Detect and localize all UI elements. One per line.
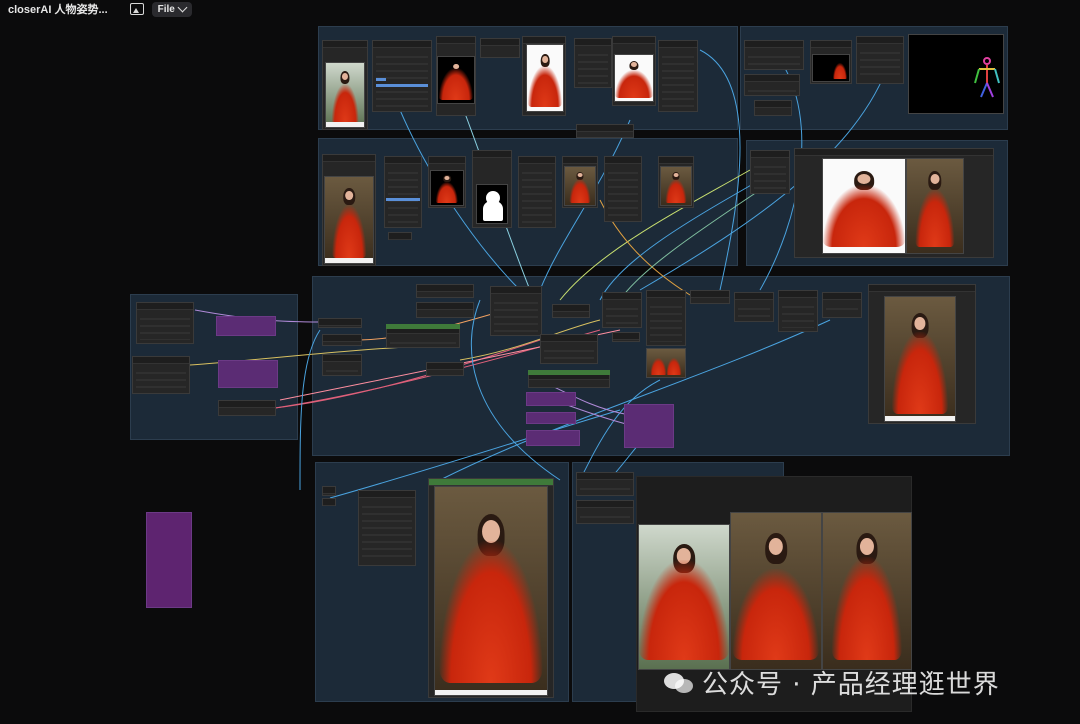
bypassed-node[interactable] <box>526 412 576 424</box>
sampler-node[interactable] <box>658 40 698 112</box>
slider-bar[interactable] <box>376 78 386 81</box>
comparison-result-image <box>822 512 912 670</box>
controlnet-node[interactable] <box>540 334 598 364</box>
watermark-text: 公众号 · 产品经理逛世界 <box>702 670 1000 700</box>
encode-node[interactable] <box>416 302 474 318</box>
ksampler-node[interactable] <box>646 290 686 346</box>
pose-loader-node[interactable] <box>744 40 804 70</box>
slider-bar[interactable] <box>376 84 428 87</box>
upscale-node[interactable] <box>734 292 774 322</box>
preview-image <box>437 56 475 104</box>
compare-loader-node[interactable] <box>576 500 634 524</box>
small-node[interactable] <box>754 100 792 116</box>
encode-node[interactable] <box>416 284 474 298</box>
resize-node[interactable] <box>384 156 422 228</box>
bypassed-node[interactable] <box>526 392 576 406</box>
mask-image <box>476 184 508 224</box>
bypassed-image-node[interactable] <box>146 512 192 608</box>
bypassed-node[interactable] <box>218 360 278 388</box>
pose-detector-node[interactable] <box>856 36 904 84</box>
wechat-icon <box>664 671 694 695</box>
vae-node[interactable] <box>322 334 362 346</box>
prompt-node[interactable] <box>132 356 190 394</box>
final-image <box>434 486 548 696</box>
preview-image <box>614 54 654 102</box>
preview-image <box>430 170 464 206</box>
small-node[interactable] <box>218 400 276 416</box>
preview-image <box>564 166 596 206</box>
pose-preview-image <box>812 54 850 82</box>
small-node[interactable] <box>322 498 336 506</box>
ipadapter-node[interactable] <box>490 286 542 336</box>
reference-image-preview <box>324 176 374 264</box>
resize-node[interactable] <box>372 40 432 112</box>
preview-image <box>660 166 692 206</box>
mask-node[interactable] <box>574 38 612 88</box>
compare-image-left <box>822 158 906 254</box>
bypassed-node[interactable] <box>526 430 580 446</box>
vae-decode-node[interactable] <box>778 290 818 332</box>
small-node[interactable] <box>426 362 464 376</box>
bypassed-node[interactable] <box>216 316 276 336</box>
result-image <box>884 296 956 422</box>
openpose-skeleton-image <box>908 34 1004 114</box>
sampler-node[interactable] <box>518 156 556 228</box>
clip-node[interactable] <box>322 354 362 376</box>
lora-node[interactable] <box>386 326 460 348</box>
sampler-node[interactable] <box>604 156 642 222</box>
prompt-node[interactable] <box>136 302 194 344</box>
ksampler-node[interactable] <box>602 292 642 328</box>
small-node[interactable] <box>822 292 862 318</box>
preview-image <box>646 348 686 378</box>
upscale-settings-node[interactable] <box>358 490 416 566</box>
image-concat-node[interactable] <box>750 150 790 194</box>
slider-bar[interactable] <box>386 198 420 201</box>
preview-image <box>526 44 564 112</box>
watermark: 公众号 · 产品经理逛世界 <box>664 664 1000 701</box>
small-node[interactable] <box>322 486 336 496</box>
pose-settings-node[interactable] <box>744 74 800 96</box>
compare-loader-node[interactable] <box>576 472 634 496</box>
small-node[interactable] <box>388 232 412 240</box>
source-image-preview <box>325 62 365 128</box>
small-node[interactable] <box>612 332 640 342</box>
green-node-header <box>386 324 460 329</box>
rembg-node[interactable] <box>480 38 520 58</box>
bypassed-node[interactable] <box>624 404 674 448</box>
small-node[interactable] <box>576 124 634 138</box>
small-node[interactable] <box>552 304 590 318</box>
comparison-source-image <box>638 524 730 670</box>
skeleton-figure <box>974 57 1000 98</box>
small-node[interactable] <box>690 290 730 304</box>
compare-image-right <box>906 158 964 254</box>
comparison-reference-image <box>730 512 822 670</box>
green-node-header <box>528 370 610 375</box>
checkpoint-node[interactable] <box>318 318 362 328</box>
